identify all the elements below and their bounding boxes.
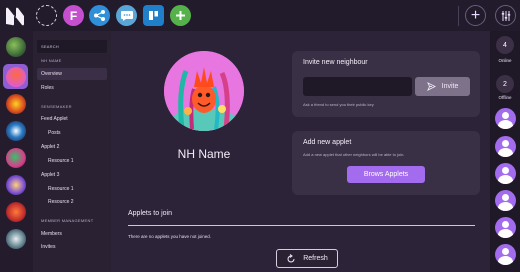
members-column: 4 Online 2 Offline <box>490 31 520 272</box>
refresh-button[interactable]: Refresh <box>276 249 338 268</box>
member-avatar[interactable] <box>495 190 516 211</box>
invite-button[interactable]: Invite <box>415 77 470 96</box>
browse-applets-button[interactable]: Brows Applets <box>347 166 425 183</box>
sidebar-item-applet-3[interactable]: Applet 3 <box>41 172 59 178</box>
online-label: Online <box>498 58 512 63</box>
main-content: NH Name Invite new neighbour Invite Ask … <box>111 31 490 272</box>
member-avatar[interactable] <box>495 163 516 184</box>
member-avatar[interactable] <box>495 136 516 157</box>
neighbourhood-avatar[interactable] <box>6 229 26 249</box>
neighbourhood-avatar[interactable] <box>6 37 26 57</box>
chat-app-icon[interactable] <box>116 5 137 26</box>
member-avatar[interactable] <box>495 244 516 265</box>
plus-app-icon[interactable] <box>170 5 191 26</box>
invite-help-text: Ask a friend to send you their public ke… <box>303 102 374 107</box>
sidebar-item-invites[interactable]: Invites <box>41 244 55 250</box>
divider <box>458 6 459 26</box>
neighbourhood-avatar[interactable] <box>6 121 26 141</box>
sidebar-item-applet-2-resource-1[interactable]: Resource 1 <box>48 158 74 164</box>
add-icon[interactable]: + <box>465 5 486 26</box>
sidebar-heading-nh-name: NH NAME <box>41 58 62 63</box>
add-applet-help-text: Add a new applet that other neighbors wi… <box>303 152 405 157</box>
invite-card: Invite new neighbour Invite Ask a friend… <box>292 51 480 117</box>
neighbourhood-avatar[interactable] <box>6 67 26 87</box>
settings-sliders-icon[interactable] <box>495 5 516 26</box>
neighbourhoods-logo-icon[interactable] <box>3 4 27 28</box>
divider <box>128 225 475 226</box>
member-avatar[interactable] <box>495 108 516 129</box>
sidebar-item-applet-3-resource-2[interactable]: Resource 2 <box>48 199 74 205</box>
invite-button-label: Invite <box>441 83 459 90</box>
sidebar-item-overview[interactable]: Overview <box>41 71 62 77</box>
refresh-icon <box>287 253 295 262</box>
sidebar-item-applet-3-resource-1[interactable]: Resource 1 <box>48 186 74 192</box>
add-applet-card: Add new applet Add a new applet that oth… <box>292 131 480 195</box>
sidebar-item-feed-applet[interactable]: Feed Applet <box>41 116 68 122</box>
add-applet-card-title: Add new applet <box>303 139 352 146</box>
sidebar-heading-member-management: MEMBER MANAGEMENT <box>41 218 94 223</box>
refresh-button-label: Refresh <box>303 255 328 262</box>
f-app-icon[interactable]: F <box>63 5 84 26</box>
sidebar-item-members[interactable]: Members <box>41 231 62 237</box>
offline-label: Offline <box>498 95 512 100</box>
applets-empty-text: There are no applets you have not joined… <box>128 234 212 239</box>
member-avatar[interactable] <box>495 217 516 238</box>
offline-count-badge: 2 <box>496 75 514 93</box>
neighbourhood-avatar[interactable] <box>6 94 26 114</box>
top-bar: F + <box>0 0 520 31</box>
neighbourhood-avatar[interactable] <box>6 202 26 222</box>
public-key-input[interactable] <box>303 77 412 96</box>
neighbourhood-picture <box>164 51 244 131</box>
applets-to-join-title: Applets to join <box>128 210 172 217</box>
neighbourhood-name: NH Name <box>177 147 231 161</box>
send-icon <box>426 82 436 91</box>
neighbourhood-list <box>0 31 33 272</box>
neighbourhood-avatar[interactable] <box>6 148 26 168</box>
neighbourhood-art-icon <box>164 51 244 131</box>
online-count-badge: 4 <box>496 36 514 54</box>
add-neighbourhood-icon[interactable] <box>36 5 57 26</box>
kanban-app-icon[interactable] <box>143 5 164 26</box>
sidebar-search[interactable]: SEARCH <box>37 40 107 53</box>
sidebar-item-posts[interactable]: Posts <box>48 130 61 136</box>
neighbourhood-sidebar: SEARCH NH NAME Overview Roles SENSEMAKER… <box>33 31 111 272</box>
invite-card-title: Invite new neighbour <box>303 59 368 66</box>
share-app-icon[interactable] <box>89 5 110 26</box>
neighbourhood-avatar[interactable] <box>6 175 26 195</box>
sidebar-heading-sensemaker: SENSEMAKER <box>41 104 72 109</box>
sidebar-item-applet-2[interactable]: Applet 2 <box>41 144 59 150</box>
sidebar-item-roles[interactable]: Roles <box>41 85 54 91</box>
